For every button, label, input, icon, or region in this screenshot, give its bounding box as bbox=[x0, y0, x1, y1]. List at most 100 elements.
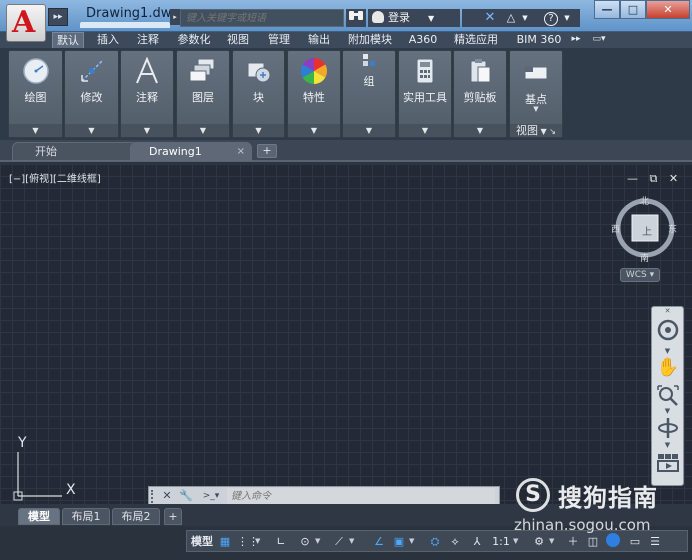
command-line-close-icon[interactable]: ✕ bbox=[159, 488, 175, 504]
panel-clipboard-expand[interactable]: ▼ bbox=[454, 124, 506, 137]
lineweight-icon[interactable]: ▣ bbox=[391, 533, 407, 550]
osnap-icon[interactable]: ⟋ bbox=[331, 533, 347, 550]
tab-annotate[interactable]: 注释 bbox=[130, 32, 166, 48]
isolate-icon[interactable]: ◫ bbox=[585, 533, 601, 550]
wcs-menu-button[interactable]: WCS ▾ bbox=[620, 268, 660, 282]
compass-north[interactable]: 北 bbox=[640, 194, 649, 207]
tab-manage[interactable]: 管理 bbox=[262, 32, 296, 48]
minimize-button[interactable]: — bbox=[594, 0, 620, 19]
close-button[interactable]: ✕ bbox=[646, 0, 690, 19]
grid-icon[interactable]: ▦ bbox=[217, 533, 233, 550]
new-tab-button[interactable]: + bbox=[257, 144, 277, 158]
layout-tab-model[interactable]: 模型 bbox=[18, 508, 60, 525]
login-button[interactable]: 登录 ▼ bbox=[368, 9, 460, 27]
scale-selector[interactable]: 1:1 bbox=[489, 533, 513, 550]
tab-featured-apps[interactable]: 精选应用 bbox=[448, 32, 504, 48]
ribbon-display-toggle[interactable]: ▭▾ bbox=[588, 32, 610, 48]
chevron-down-icon[interactable]: ▼ bbox=[652, 407, 683, 415]
panel-group[interactable]: 组 ▼ bbox=[342, 50, 396, 138]
close-icon[interactable]: × bbox=[237, 143, 245, 161]
chevron-down-icon[interactable]: ▼ bbox=[510, 105, 562, 113]
otrack-icon[interactable]: ∠ bbox=[371, 533, 387, 550]
panel-layers-expand[interactable]: ▼ bbox=[177, 124, 229, 137]
plus-icon[interactable]: ＋ bbox=[565, 533, 581, 550]
tab-insert[interactable]: 插入 bbox=[90, 32, 126, 48]
chevron-down-icon[interactable]: ▼ bbox=[349, 533, 354, 550]
panel-modify[interactable]: 修改 ▼ bbox=[64, 50, 119, 138]
drawing-canvas[interactable] bbox=[0, 164, 692, 504]
panel-block[interactable]: 块 ▼ bbox=[232, 50, 285, 138]
maximize-button[interactable]: □ bbox=[620, 0, 646, 19]
tab-bim360[interactable]: BIM 360 bbox=[512, 32, 566, 48]
panel-utilities-expand[interactable]: ▼ bbox=[399, 124, 451, 137]
a360-triangle-icon[interactable]: △ bbox=[502, 9, 520, 27]
panel-block-expand[interactable]: ▼ bbox=[233, 124, 284, 137]
panel-annotate-expand[interactable]: ▼ bbox=[121, 124, 173, 137]
chevron-down-icon[interactable]: ▼ bbox=[652, 441, 683, 449]
chevron-down-icon[interactable]: ▼ bbox=[652, 347, 683, 355]
panel-modify-expand[interactable]: ▼ bbox=[65, 124, 118, 137]
new-layout-button[interactable]: + bbox=[164, 508, 182, 525]
application-menu-button[interactable]: A bbox=[6, 4, 46, 42]
fullscreen-icon[interactable]: ▭ bbox=[627, 533, 643, 550]
chevron-down-icon[interactable]: ▼ bbox=[549, 533, 554, 550]
panel-annotate[interactable]: 注释 ▼ bbox=[120, 50, 174, 138]
search-expand-button[interactable]: ▸ bbox=[170, 9, 180, 25]
panel-clipboard[interactable]: 剪贴板 ▼ bbox=[453, 50, 507, 138]
navbar-close-icon[interactable]: ✕ bbox=[652, 307, 683, 315]
steering-wheel-icon[interactable] bbox=[656, 319, 680, 346]
viewport-controls-label[interactable]: [−][俯视][二维线框] bbox=[9, 170, 101, 185]
search-input[interactable] bbox=[180, 9, 344, 27]
chevron-down-icon[interactable]: ▼ bbox=[255, 533, 260, 550]
chevron-down-icon[interactable]: ▼ bbox=[562, 9, 572, 27]
model-space-toggle[interactable]: 模型 bbox=[189, 533, 215, 550]
panel-group-expand[interactable]: ▼ bbox=[343, 124, 395, 137]
help-icon[interactable]: ? bbox=[542, 9, 560, 27]
panel-view-footer[interactable]: 视图 ▼ ↘ bbox=[510, 124, 562, 137]
file-tab-start[interactable]: 开始 bbox=[12, 142, 138, 161]
customize-menu-icon[interactable]: ☰ bbox=[647, 533, 663, 550]
viewport-restore-button[interactable]: ⧉ bbox=[650, 172, 658, 185]
binoculars-icon[interactable] bbox=[346, 9, 366, 27]
quick-access-expand-button[interactable]: ▸▸ bbox=[48, 8, 68, 26]
viewcube[interactable]: 上 北 南 东 西 bbox=[611, 194, 678, 264]
pan-hand-icon[interactable]: ✋ bbox=[656, 357, 680, 378]
orbit-icon[interactable] bbox=[656, 417, 680, 444]
snap-icon[interactable]: ⋮⋮ bbox=[237, 533, 259, 550]
panel-draw-expand[interactable]: ▼ bbox=[9, 124, 62, 137]
panel-properties[interactable]: 特性 ▼ bbox=[287, 50, 341, 138]
command-prompt-icon[interactable]: >_▾ bbox=[199, 488, 223, 504]
tab-view[interactable]: 视图 bbox=[222, 32, 254, 48]
compass-east[interactable]: 东 bbox=[668, 222, 677, 235]
chevron-down-icon[interactable]: ▼ bbox=[520, 9, 530, 27]
command-line-settings-icon[interactable]: 🔧 bbox=[177, 488, 195, 504]
polar-icon[interactable]: ⊙ bbox=[297, 533, 313, 550]
layout-tab-layout1[interactable]: 布局1 bbox=[62, 508, 110, 525]
tab-output[interactable]: 输出 bbox=[302, 32, 336, 48]
tab-default[interactable]: 默认 bbox=[52, 32, 84, 48]
command-line-grip[interactable] bbox=[151, 490, 156, 503]
viewcube-face-top[interactable]: 上 bbox=[642, 223, 652, 238]
workspace-gear-icon[interactable]: ⚙ bbox=[531, 533, 547, 550]
ortho-icon[interactable]: ∟ bbox=[273, 533, 289, 550]
panel-properties-expand[interactable]: ▼ bbox=[288, 124, 340, 137]
chevron-down-icon[interactable]: ▼ bbox=[513, 533, 518, 550]
file-tab-drawing1[interactable]: Drawing1 × bbox=[130, 142, 252, 161]
panel-view[interactable]: 基点 ▼ 视图 ▼ ↘ bbox=[509, 50, 563, 138]
viewport-minimize-button[interactable]: — bbox=[627, 172, 638, 185]
panel-draw[interactable]: 绘图 ▼ bbox=[8, 50, 63, 138]
autoscale-icon[interactable]: ⟡ bbox=[447, 533, 463, 550]
tab-parametric[interactable]: 参数化 bbox=[172, 32, 216, 48]
panel-utilities[interactable]: 实用工具 ▼ bbox=[398, 50, 452, 138]
annotation-scale-icon[interactable]: ⅄ bbox=[469, 533, 485, 550]
annotation-visibility-icon[interactable]: ⛭ bbox=[427, 533, 443, 550]
chevron-down-icon[interactable]: ▼ bbox=[315, 533, 320, 550]
command-input[interactable] bbox=[227, 488, 495, 504]
compass-south[interactable]: 南 bbox=[640, 251, 649, 264]
viewport-close-button[interactable]: ✕ bbox=[669, 172, 678, 185]
panel-layers[interactable]: 图层 ▼ bbox=[176, 50, 230, 138]
tab-a360[interactable]: A360 bbox=[404, 32, 442, 48]
compass-west[interactable]: 西 bbox=[611, 222, 620, 235]
chevron-down-icon[interactable]: ▼ bbox=[409, 533, 414, 550]
layout-tab-layout2[interactable]: 布局2 bbox=[112, 508, 160, 525]
